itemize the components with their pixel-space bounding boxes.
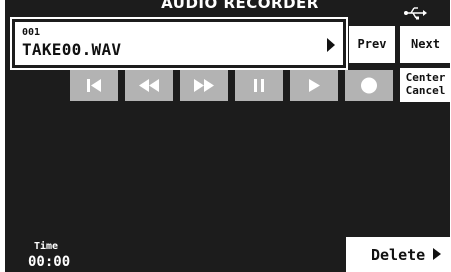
rewind-button[interactable] bbox=[125, 70, 173, 101]
audio-recorder-screen: AUDIO RECORDER 001 TAKE00.WAV Prev Next … bbox=[0, 0, 451, 272]
pause-button[interactable] bbox=[235, 70, 283, 101]
time-value: 00:00 bbox=[28, 254, 71, 270]
file-number: 001 bbox=[22, 27, 41, 38]
fast-forward-button[interactable] bbox=[180, 70, 228, 101]
play-button[interactable] bbox=[290, 70, 338, 101]
delete-label: Delete bbox=[371, 246, 426, 264]
center-cancel-line1: Center bbox=[405, 71, 446, 84]
center-cancel-line2: Cancel bbox=[405, 84, 446, 97]
delete-button[interactable]: Delete bbox=[346, 237, 451, 272]
play-icon bbox=[309, 79, 320, 92]
next-button[interactable]: Next bbox=[400, 26, 451, 63]
pause-icon bbox=[254, 79, 264, 92]
rewind-icon bbox=[139, 79, 159, 92]
time-label: Time bbox=[34, 241, 59, 252]
center-cancel-button[interactable]: Center Cancel bbox=[400, 68, 451, 102]
usb-icon bbox=[404, 7, 427, 20]
chevron-right-icon bbox=[433, 248, 441, 260]
file-selector-inner: 001 TAKE00.WAV bbox=[15, 22, 343, 65]
chevron-right-icon bbox=[327, 38, 335, 52]
fast-forward-icon bbox=[194, 79, 214, 92]
file-selector[interactable]: 001 TAKE00.WAV bbox=[10, 17, 348, 70]
screen-title: AUDIO RECORDER bbox=[161, 0, 319, 12]
skip-back-icon bbox=[87, 79, 101, 92]
record-icon bbox=[361, 77, 377, 94]
prev-button[interactable]: Prev bbox=[349, 26, 395, 63]
record-button[interactable] bbox=[345, 70, 393, 101]
file-name: TAKE00.WAV bbox=[22, 40, 122, 59]
skip-to-start-button[interactable] bbox=[70, 70, 118, 101]
